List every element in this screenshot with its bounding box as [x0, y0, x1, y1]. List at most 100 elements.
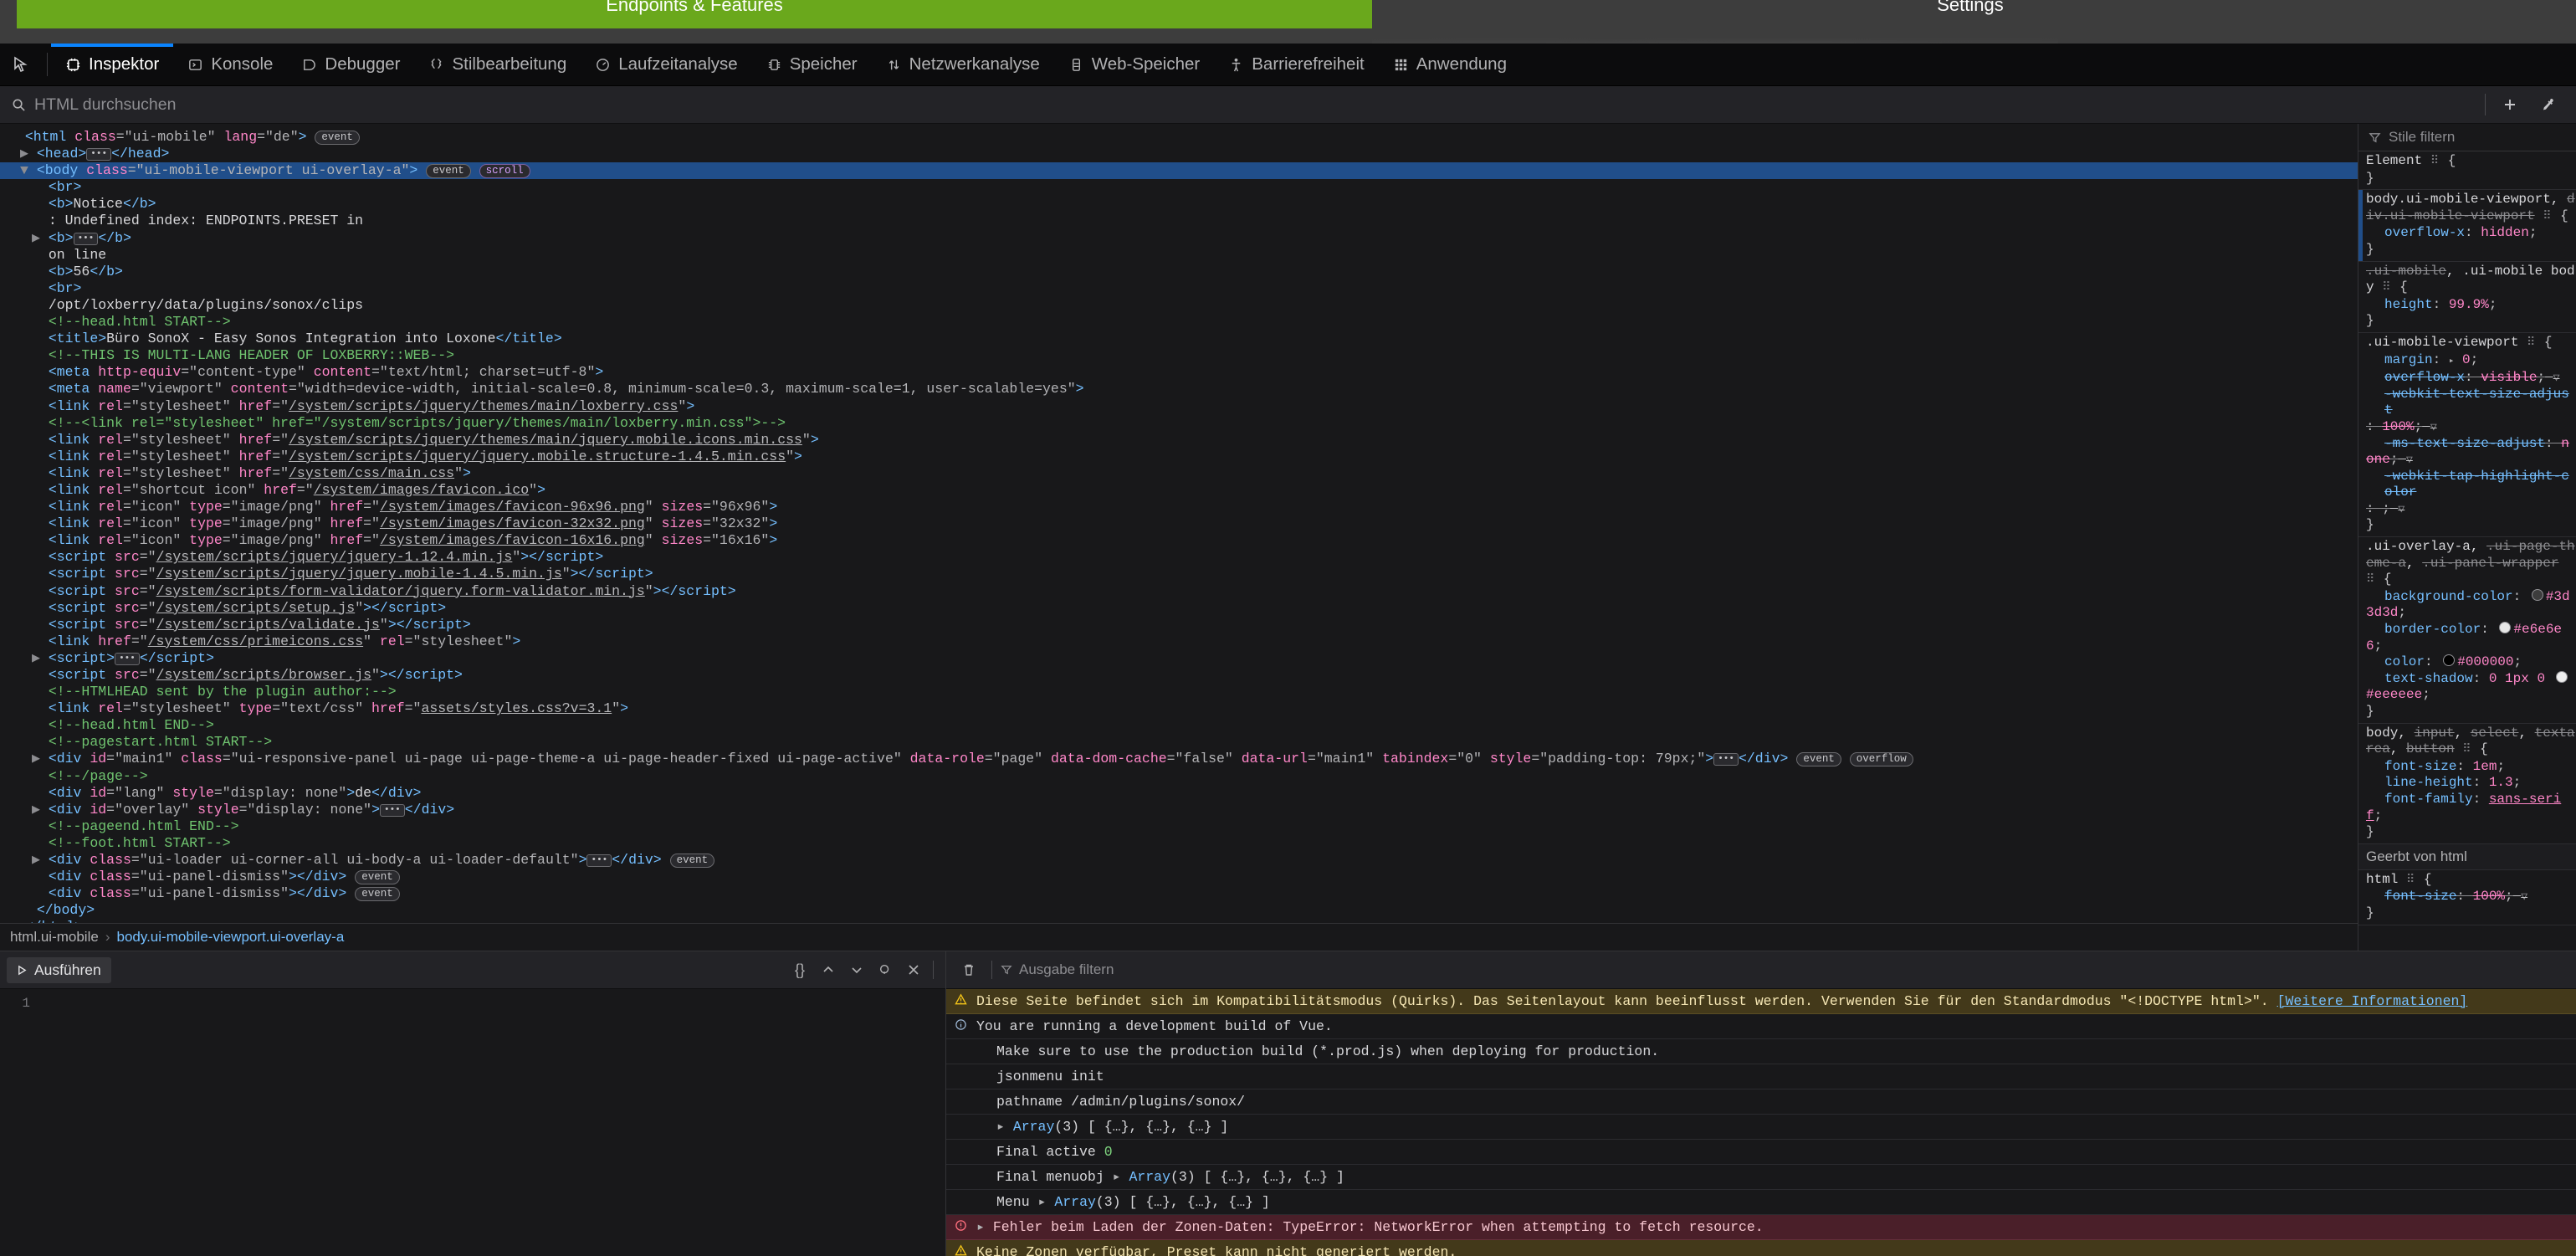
- dom-tree-line[interactable]: <div class="ui-panel-dismiss"></div> eve…: [0, 885, 2358, 902]
- dom-tree-line[interactable]: ▶ <div id="main1" class="ui-responsive-p…: [0, 751, 2358, 767]
- dom-tree-line[interactable]: <script src="/system/scripts/jquery/jque…: [0, 566, 2358, 582]
- tab-debugger[interactable]: Debugger: [287, 44, 414, 85]
- css-rule[interactable]: .ui-overlay-a, .ui-page-theme-a, .ui-pan…: [2358, 537, 2576, 724]
- console-message[interactable]: You are running a development build of V…: [946, 1014, 2576, 1039]
- close-icon[interactable]: [899, 956, 928, 984]
- dom-tree[interactable]: <html class="ui-mobile" lang="de"> event…: [0, 124, 2358, 923]
- css-declaration[interactable]: -webkit-text-size-adjust: 100%; ▽: [2358, 387, 2576, 436]
- dom-tree-line[interactable]: <!--THIS IS MULTI-LANG HEADER OF LOXBERR…: [0, 347, 2358, 364]
- chevron-up-icon[interactable]: [814, 956, 842, 984]
- dom-tree-line[interactable]: ▶ <b> ••• </b>: [0, 230, 2358, 247]
- css-declaration[interactable]: font-family: sans-serif;: [2358, 792, 2576, 824]
- dom-tree-line[interactable]: on line: [0, 247, 2358, 264]
- braces-icon[interactable]: {}: [786, 956, 814, 984]
- eyedropper-icon[interactable]: [2529, 86, 2568, 123]
- dom-tree-line[interactable]: <link rel="stylesheet" href="/system/scr…: [0, 398, 2358, 415]
- dom-tree-line[interactable]: <link rel="stylesheet" href="/system/css…: [0, 465, 2358, 482]
- css-selector[interactable]: .ui-mobile, .ui-mobile body ⠿ {: [2358, 264, 2576, 297]
- tab-anwendung[interactable]: Anwendung: [1379, 44, 1521, 85]
- breadcrumb-item-html[interactable]: html.ui-mobile: [10, 929, 99, 946]
- console-message[interactable]: Diese Seite befindet sich im Kompatibili…: [946, 989, 2576, 1014]
- site-tab-endpoints[interactable]: Endpoints & Features: [17, 0, 1372, 28]
- tab-stilbearbeitung[interactable]: Stilbearbeitung: [414, 44, 581, 85]
- dom-tree-line[interactable]: <link rel="icon" type="image/png" href="…: [0, 515, 2358, 532]
- breadcrumb-item-body[interactable]: body.ui-mobile-viewport.ui-overlay-a: [116, 929, 344, 946]
- dom-tree-line[interactable]: <link rel="icon" type="image/png" href="…: [0, 532, 2358, 549]
- dom-tree-line[interactable]: /opt/loxberry/data/plugins/sonox/clips: [0, 297, 2358, 314]
- css-declaration[interactable]: font-size: 1em;: [2358, 759, 2576, 776]
- console-message[interactable]: pathname /admin/plugins/sonox/: [946, 1089, 2576, 1115]
- plus-icon[interactable]: [2491, 86, 2529, 123]
- dom-tree-line[interactable]: <meta name="viewport" content="width=dev…: [0, 381, 2358, 397]
- dom-tree-line[interactable]: <link href="/system/css/primeicons.css" …: [0, 633, 2358, 650]
- style-filter-input[interactable]: Stile filtern: [2358, 124, 2576, 151]
- dom-tree-line[interactable]: <script src="/system/scripts/jquery/jque…: [0, 549, 2358, 566]
- dom-tree-line[interactable]: <link rel="icon" type="image/png" href="…: [0, 499, 2358, 515]
- dom-tree-line[interactable]: ▶ <script> ••• </script>: [0, 650, 2358, 667]
- tab-web-speicher[interactable]: Web-Speicher: [1054, 44, 1215, 85]
- dom-tree-line[interactable]: <br>: [0, 179, 2358, 196]
- css-declaration[interactable]: overflow-x: hidden;: [2358, 225, 2576, 242]
- css-rule[interactable]: html ⠿ {font-size: 100%; ▽}: [2358, 870, 2576, 925]
- dom-tree-line[interactable]: <br>: [0, 280, 2358, 297]
- dom-tree-line[interactable]: <html class="ui-mobile" lang="de"> event: [0, 129, 2358, 146]
- dom-tree-line[interactable]: <link rel="stylesheet" type="text/css" h…: [0, 700, 2358, 717]
- console-message-list[interactable]: Diese Seite befindet sich im Kompatibili…: [946, 989, 2576, 1256]
- tab-konsole[interactable]: Konsole: [173, 44, 287, 85]
- console-message[interactable]: Final menuobj ▸ Array(3) [ {…}, {…}, {…}…: [946, 1165, 2576, 1190]
- css-declaration[interactable]: text-shadow: 0 1px 0 #eeeeee;: [2358, 670, 2576, 704]
- search-input[interactable]: HTML durchsuchen: [0, 86, 2480, 123]
- css-declaration[interactable]: background-color: #3d3d3d;: [2358, 588, 2576, 622]
- css-declaration[interactable]: margin: ▸ 0;: [2358, 352, 2576, 371]
- tab-laufzeitanalyse[interactable]: Laufzeitanalyse: [581, 44, 751, 85]
- dom-tree-line[interactable]: <script src="/system/scripts/browser.js"…: [0, 667, 2358, 684]
- dom-tree-line[interactable]: <!--pagestart.html START-->: [0, 734, 2358, 751]
- css-declaration[interactable]: height: 99.9%;: [2358, 297, 2576, 314]
- css-declaration[interactable]: -webkit-tap-highlight-color: ; ▽: [2358, 469, 2576, 518]
- console-message[interactable]: ▸ Fehler beim Laden der Zonen-Daten: Typ…: [946, 1215, 2576, 1240]
- run-button[interactable]: Ausführen: [7, 956, 111, 983]
- dom-tree-line[interactable]: <script src="/system/scripts/form-valida…: [0, 583, 2358, 600]
- dom-tree-line[interactable]: ▶ <div class="ui-loader ui-corner-all ui…: [0, 852, 2358, 869]
- css-rule[interactable]: .ui-mobile, .ui-mobile body ⠿ {height: 9…: [2358, 262, 2576, 333]
- dom-tree-line[interactable]: <link rel="stylesheet" href="/system/scr…: [0, 449, 2358, 465]
- css-declaration[interactable]: overflow-x: visible; ▽: [2358, 370, 2576, 387]
- css-selector[interactable]: .ui-overlay-a, .ui-page-theme-a, .ui-pan…: [2358, 539, 2576, 589]
- css-rule[interactable]: Element ⠿ {}: [2358, 151, 2576, 191]
- css-selector[interactable]: html ⠿ {: [2358, 872, 2576, 889]
- editor-text[interactable]: [37, 989, 945, 1256]
- dom-tree-line[interactable]: <b>56</b>: [0, 264, 2358, 280]
- css-declaration[interactable]: line-height: 1.3;: [2358, 775, 2576, 792]
- trash-icon[interactable]: [955, 956, 983, 984]
- css-declaration[interactable]: color: #000000;: [2358, 654, 2576, 671]
- dom-tree-line[interactable]: <script src="/system/scripts/setup.js"><…: [0, 600, 2358, 617]
- dom-tree-line[interactable]: </body>: [0, 902, 2358, 919]
- console-message[interactable]: Final active 0: [946, 1140, 2576, 1165]
- editor-search-icon[interactable]: [871, 956, 899, 984]
- css-rule[interactable]: .ui-mobile-viewport ⠿ {margin: ▸ 0; overf…: [2358, 333, 2576, 538]
- css-declaration[interactable]: -ms-text-size-adjust: none; ▽: [2358, 436, 2576, 469]
- css-declaration[interactable]: font-size: 100%; ▽: [2358, 889, 2576, 905]
- dom-tree-line[interactable]: <!--foot.html START-->: [0, 835, 2358, 852]
- css-selector[interactable]: body.ui-mobile-viewport, div.ui-mobile-v…: [2358, 192, 2576, 225]
- dom-tree-line[interactable]: <link rel="shortcut icon" href="/system/…: [0, 482, 2358, 499]
- console-message[interactable]: Menu ▸ Array(3) [ {…}, {…}, {…} ]: [946, 1190, 2576, 1215]
- element-picker-icon[interactable]: [0, 44, 44, 85]
- chevron-down-icon[interactable]: [842, 956, 871, 984]
- dom-tree-line[interactable]: : Undefined index: ENDPOINTS.PRESET in: [0, 213, 2358, 229]
- css-selector[interactable]: Element ⠿ {: [2358, 153, 2576, 171]
- dom-tree-line[interactable]: <div id="lang" style="display: none">de<…: [0, 785, 2358, 802]
- dom-tree-line[interactable]: <!--/page-->: [0, 768, 2358, 785]
- tab-speicher[interactable]: Speicher: [752, 44, 872, 85]
- dom-tree-line[interactable]: <b>Notice</b>: [0, 196, 2358, 213]
- output-filter-input[interactable]: Ausgabe filtern: [1001, 961, 1114, 978]
- console-message[interactable]: ▸ Array(3) [ {…}, {…}, {…} ]: [946, 1115, 2576, 1140]
- dom-tree-line[interactable]: <!--<link rel="stylesheet" href="/system…: [0, 415, 2358, 432]
- css-declaration[interactable]: border-color: #e6e6e6;: [2358, 622, 2576, 654]
- dom-tree-line[interactable]: ▶ <head> ••• </head>: [0, 146, 2358, 162]
- tab-inspektor[interactable]: Inspektor: [51, 44, 174, 85]
- dom-tree-line[interactable]: <div class="ui-panel-dismiss"></div> eve…: [0, 869, 2358, 885]
- site-tab-settings[interactable]: Settings: [1372, 0, 2568, 28]
- css-rules-list[interactable]: Element ⠿ {} body.ui-mobile-viewport, div…: [2358, 151, 2576, 951]
- dom-tree-line[interactable]: <meta http-equiv="content-type" content=…: [0, 364, 2358, 381]
